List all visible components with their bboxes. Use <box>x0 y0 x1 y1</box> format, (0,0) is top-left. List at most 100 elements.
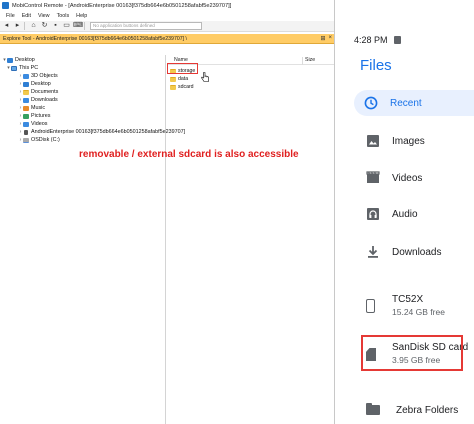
storage-highlight-box <box>167 63 198 74</box>
window-title-bar: MobiControl Remote - [AndroidEnterprise … <box>0 0 334 11</box>
music-icon <box>23 105 29 111</box>
desktop-icon <box>7 57 13 63</box>
nav-item-label: Audio <box>392 208 418 220</box>
tree-item-osdisk[interactable]: › OSDisk (C:) <box>18 136 60 144</box>
expand-icon[interactable]: › <box>18 129 23 135</box>
mobicontrol-window: MobiControl Remote - [AndroidEnterprise … <box>0 0 335 424</box>
mouse-cursor-icon <box>201 72 209 82</box>
screen-icon[interactable]: ▭ <box>62 22 71 30</box>
tree-item-label: Pictures <box>31 113 51 119</box>
nav-item-recent[interactable]: Recent <box>354 90 474 116</box>
nav-item-label: Videos <box>392 172 423 184</box>
tree-item-label: Documents <box>31 89 59 95</box>
column-separator[interactable] <box>302 57 303 65</box>
menu-edit[interactable]: Edit <box>22 13 31 19</box>
back-icon[interactable]: ◂ <box>2 22 11 30</box>
download-icon <box>368 246 378 258</box>
panel-controls: ⊞ × <box>320 35 334 42</box>
drive-icon <box>23 137 29 143</box>
file-list: Name Size storage data sdcard <box>167 55 334 424</box>
computer-icon <box>11 65 17 71</box>
folder-icon <box>170 84 176 90</box>
status-time: 4:28 PM <box>354 35 388 45</box>
menu-bar: File Edit View Tools Help <box>0 11 334 21</box>
tree-item-label: Desktop <box>31 81 51 87</box>
tree-item-music[interactable]: › Music <box>18 104 45 112</box>
tree-item-desktop[interactable]: ▾ Desktop <box>2 56 35 64</box>
downloads-icon <box>23 97 29 103</box>
toolbar-separator <box>24 22 25 30</box>
tree-item-label: This PC <box>19 65 39 71</box>
home-icon[interactable]: ⌂ <box>29 22 38 30</box>
tree-item-label: AndroidEnterprise 00163[f375db664e6b0501… <box>31 129 186 135</box>
forward-icon[interactable]: ▸ <box>13 22 22 30</box>
app-icon <box>2 2 9 9</box>
toolbar: ◂ ▸ ⌂ ↻ ▪ ▭ ⌨ No application buttons def… <box>0 21 334 32</box>
videos-icon <box>23 121 29 127</box>
video-icon <box>366 171 380 183</box>
device-icon <box>24 129 28 135</box>
folder-tree: ▾ Desktop ▾ This PC › 3D Objects › Deskt… <box>0 55 185 424</box>
phone-icon <box>366 299 375 313</box>
clock-icon <box>364 96 378 110</box>
keyboard-icon[interactable]: ⌨ <box>73 22 83 30</box>
tree-item-pictures[interactable]: › Pictures <box>18 112 51 120</box>
nav-item-label: Downloads <box>392 246 442 258</box>
column-size[interactable]: Size <box>305 57 315 63</box>
tree-item-3d-objects[interactable]: › 3D Objects <box>18 72 58 80</box>
tree-item-label: OSDisk (C:) <box>31 137 60 143</box>
stop-icon[interactable]: ▪ <box>51 22 60 30</box>
tree-item-downloads[interactable]: › Downloads <box>18 96 58 104</box>
image-icon <box>367 135 379 147</box>
documents-icon <box>23 89 29 95</box>
nav-item-images[interactable]: Images <box>356 128 474 154</box>
tree-item-desktop-folder[interactable]: › Desktop <box>18 80 51 88</box>
folder-icon <box>170 76 176 82</box>
annotation-text: removable / external sdcard is also acce… <box>79 149 299 160</box>
file-name: data <box>178 76 189 82</box>
pictures-icon <box>23 113 29 119</box>
toolbar-separator <box>84 22 85 30</box>
nav-item-label: Recent <box>390 97 422 109</box>
tree-item-label: Videos <box>31 121 48 127</box>
nav-item-audio[interactable]: Audio <box>356 201 474 227</box>
folder-icon <box>366 403 380 415</box>
sd-card-highlight-box <box>361 335 463 371</box>
tree-item-label: 3D Objects <box>31 73 58 79</box>
tree-item-videos[interactable]: › Videos <box>18 120 48 128</box>
explore-tool-title: Explore Tool - AndroidEnterprise 00163[f… <box>3 35 187 42</box>
nav-item-videos[interactable]: Videos <box>356 165 474 191</box>
menu-file[interactable]: File <box>6 13 15 19</box>
storage-free: 15.24 GB free <box>392 307 445 317</box>
pin-icon[interactable]: ⊞ <box>320 35 325 42</box>
file-row-data[interactable]: data <box>170 75 188 83</box>
file-row-sdcard[interactable]: sdcard <box>170 83 194 91</box>
window-title: MobiControl Remote - [AndroidEnterprise … <box>12 2 232 9</box>
tree-item-label: Downloads <box>31 97 58 103</box>
folder-item-zebra[interactable]: Zebra Folders <box>366 400 474 420</box>
folder-icon <box>23 81 29 87</box>
folder-icon <box>23 73 29 79</box>
menu-tools[interactable]: Tools <box>57 13 70 19</box>
tree-item-this-pc[interactable]: ▾ This PC <box>6 64 38 72</box>
app-buttons-field[interactable]: No application buttons defined <box>90 22 202 30</box>
nav-item-label: Images <box>392 135 425 147</box>
status-bar: 4:28 PM <box>354 35 401 45</box>
nav-item-downloads[interactable]: Downloads <box>356 239 474 265</box>
tree-item-documents[interactable]: › Documents <box>18 88 59 96</box>
storage-item-internal[interactable]: TC52X 15.24 GB free <box>358 289 474 329</box>
menu-view[interactable]: View <box>38 13 50 19</box>
tree-item-label: Music <box>31 105 46 111</box>
folder-label: Zebra Folders <box>396 404 459 416</box>
close-icon[interactable]: × <box>328 35 332 42</box>
file-name: sdcard <box>178 84 194 90</box>
tree-item-android-device[interactable]: › AndroidEnterprise 00163[f375db664e6b05… <box>18 128 185 136</box>
storage-name: TC52X <box>392 294 424 305</box>
refresh-icon[interactable]: ↻ <box>40 22 49 30</box>
explore-tool-title-bar: Explore Tool - AndroidEnterprise 00163[f… <box>0 34 334 44</box>
menu-help[interactable]: Help <box>76 13 87 19</box>
audio-icon <box>367 208 379 220</box>
sd-card-status-icon <box>393 36 401 44</box>
app-title: Files <box>360 57 392 74</box>
tree-item-label: Desktop <box>15 57 35 63</box>
